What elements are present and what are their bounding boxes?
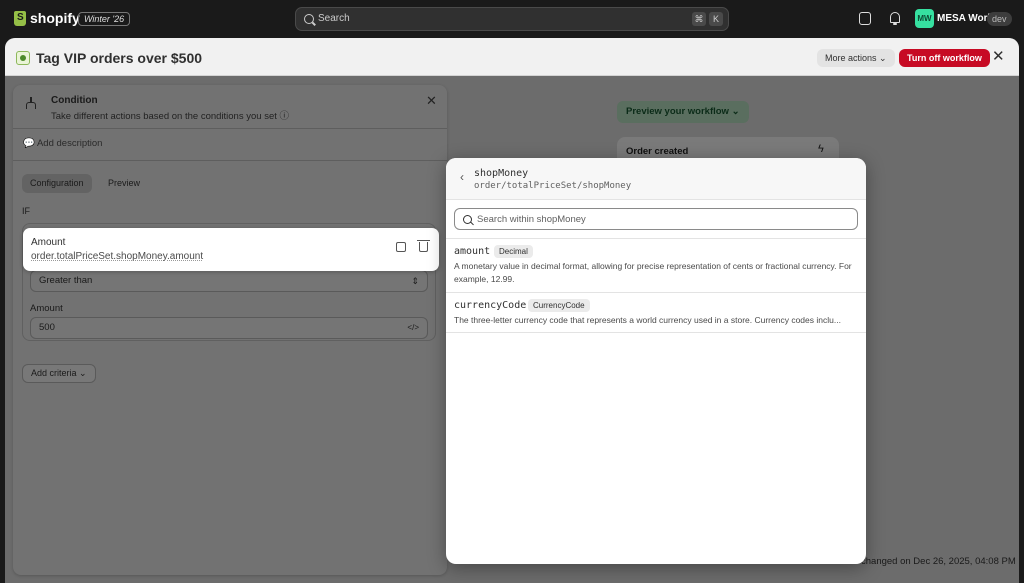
- search-placeholder: Search: [318, 13, 350, 24]
- env-badge: dev: [987, 12, 1012, 26]
- cmd-key: ⌘: [692, 12, 706, 26]
- top-bar: shopify Winter '26 Search ⌘ K MW MESA Wo…: [0, 0, 1024, 38]
- shopify-logo[interactable]: shopify: [14, 10, 80, 26]
- branch-icon: [25, 97, 37, 109]
- shopify-bag-icon: [14, 10, 26, 26]
- store-icon[interactable]: [859, 12, 871, 25]
- lightning-icon: ϟ: [818, 143, 824, 155]
- last-changed-text: changed on Dec 26, 2025, 04:08 PM: [861, 556, 1016, 567]
- condition-title: Condition: [51, 95, 98, 106]
- avatar[interactable]: MW: [915, 9, 934, 28]
- search-icon: [304, 14, 314, 24]
- popover-header: ‹ shopMoney order/totalPriceSet/shopMone…: [446, 158, 866, 200]
- field-description: A monetary value in decimal format, allo…: [454, 261, 852, 284]
- turn-off-workflow-button[interactable]: Turn off workflow: [899, 49, 990, 67]
- card-variable-path[interactable]: order.totalPriceSet.shopMoney.amount: [31, 251, 203, 262]
- bell-icon[interactable]: [889, 12, 901, 25]
- condition-subtitle: Take different actions based on the cond…: [51, 111, 290, 122]
- divider: [13, 128, 447, 129]
- panel-close-icon[interactable]: ✕: [426, 93, 437, 109]
- popover-path: order/totalPriceSet/shopMoney: [474, 181, 632, 191]
- field-name: currencyCode: [454, 300, 527, 311]
- add-criteria-button[interactable]: Add criteria ⌄: [22, 364, 96, 383]
- select-chevron-icon: ⇕: [411, 276, 419, 286]
- preview-workflow-button[interactable]: Preview your workflow ⌄: [617, 101, 749, 123]
- popover-search-input[interactable]: Search within shopMoney: [454, 208, 858, 230]
- edition-badge: Winter '26: [78, 12, 131, 26]
- add-description-link[interactable]: 💬 Add description: [23, 138, 102, 149]
- code-icon[interactable]: </>: [407, 318, 419, 338]
- trigger-title: Order created: [626, 146, 689, 157]
- list-item[interactable]: currencyCode CurrencyCode The three-lett…: [446, 293, 866, 333]
- divider: [13, 160, 447, 161]
- type-badge: Decimal: [494, 245, 533, 258]
- flow-app-icon: [16, 51, 30, 65]
- page-title: Tag VIP orders over $500: [36, 50, 203, 66]
- condition-panel: Condition Take different actions based o…: [13, 85, 447, 575]
- chevron-left-icon[interactable]: ‹: [460, 170, 464, 184]
- field-description: The three-letter currency code that repr…: [454, 315, 841, 325]
- tab-configuration[interactable]: Configuration: [22, 174, 92, 193]
- search-icon: [463, 215, 472, 224]
- amount-input[interactable]: 500 </>: [30, 317, 428, 339]
- tab-preview[interactable]: Preview: [102, 174, 146, 193]
- field-name: amount: [454, 246, 491, 257]
- logo-text: shopify: [30, 10, 80, 26]
- operator-select[interactable]: Greater than ⇕: [30, 270, 428, 292]
- amount-variable-card[interactable]: Amount order.totalPriceSet.shopMoney.amo…: [23, 228, 439, 271]
- card-label: Amount: [31, 237, 66, 248]
- window-header: Tag VIP orders over $500 More actions ⌄ …: [5, 38, 1019, 76]
- if-label: IF: [22, 206, 30, 216]
- k-key: K: [709, 12, 723, 26]
- popover-search-placeholder: Search within shopMoney: [477, 214, 586, 225]
- amount-label: Amount: [30, 303, 63, 314]
- global-search[interactable]: Search ⌘ K: [295, 7, 729, 31]
- close-icon[interactable]: ✕: [992, 49, 1005, 65]
- type-badge: CurrencyCode: [528, 299, 590, 312]
- list-item[interactable]: amount Decimal A monetary value in decim…: [446, 239, 866, 293]
- more-actions-button[interactable]: More actions ⌄: [817, 49, 895, 67]
- swap-icon[interactable]: [396, 242, 406, 252]
- variable-picker-popover: ‹ shopMoney order/totalPriceSet/shopMone…: [446, 158, 866, 564]
- popover-title: shopMoney: [474, 168, 529, 179]
- trash-icon[interactable]: [417, 240, 430, 252]
